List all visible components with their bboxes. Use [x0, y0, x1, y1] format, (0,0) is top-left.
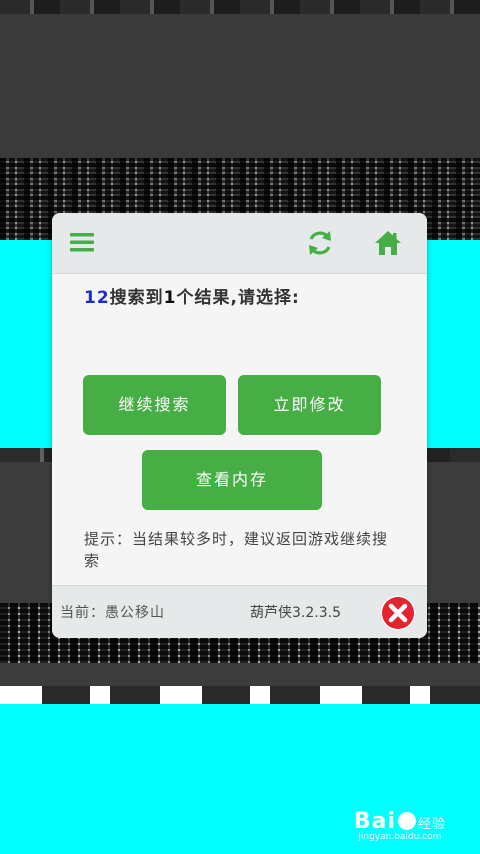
watermark-url: jingyan.baidu.com [358, 832, 442, 842]
app-version-label: 葫芦侠3.2.3.5 [250, 605, 341, 621]
home-icon[interactable] [372, 227, 404, 259]
modify-now-button[interactable]: 立即修改 [238, 375, 381, 435]
game-background-top [0, 0, 480, 240]
close-button[interactable] [380, 595, 416, 631]
dialog-footer: 当前：愚公移山 葫芦侠3.2.3.5 [52, 585, 427, 638]
paw-icon [397, 812, 416, 830]
watermark-logo: Bai 经验 [353, 809, 446, 834]
tip-text: 提示：当结果较多时，建议返回游戏继续搜索 [84, 530, 389, 570]
close-icon [388, 603, 408, 623]
search-result-dialog: 12搜索到1个结果,请选择: 继续搜索 立即修改 查看内存 提示：当结果较多时，… [52, 213, 427, 638]
searched-count: 12 [84, 288, 110, 308]
found-count: 1 [163, 288, 177, 308]
current-game-label: 当前：愚公移山 [60, 605, 165, 621]
dialog-header [52, 213, 427, 274]
baidu-watermark: Bai 经验 jingyan.baidu.com [354, 809, 446, 842]
background-band [0, 686, 480, 704]
background-strip [0, 0, 480, 14]
menu-icon[interactable] [68, 227, 100, 259]
result-text: 个结果,请选择: [176, 288, 300, 308]
continue-search-button[interactable]: 继续搜索 [83, 375, 226, 435]
result-text: 搜索到 [109, 288, 164, 308]
search-result-summary: 12搜索到1个结果,请选择: [84, 283, 300, 308]
view-memory-button[interactable]: 查看内存 [142, 450, 322, 510]
refresh-icon[interactable] [304, 227, 336, 259]
